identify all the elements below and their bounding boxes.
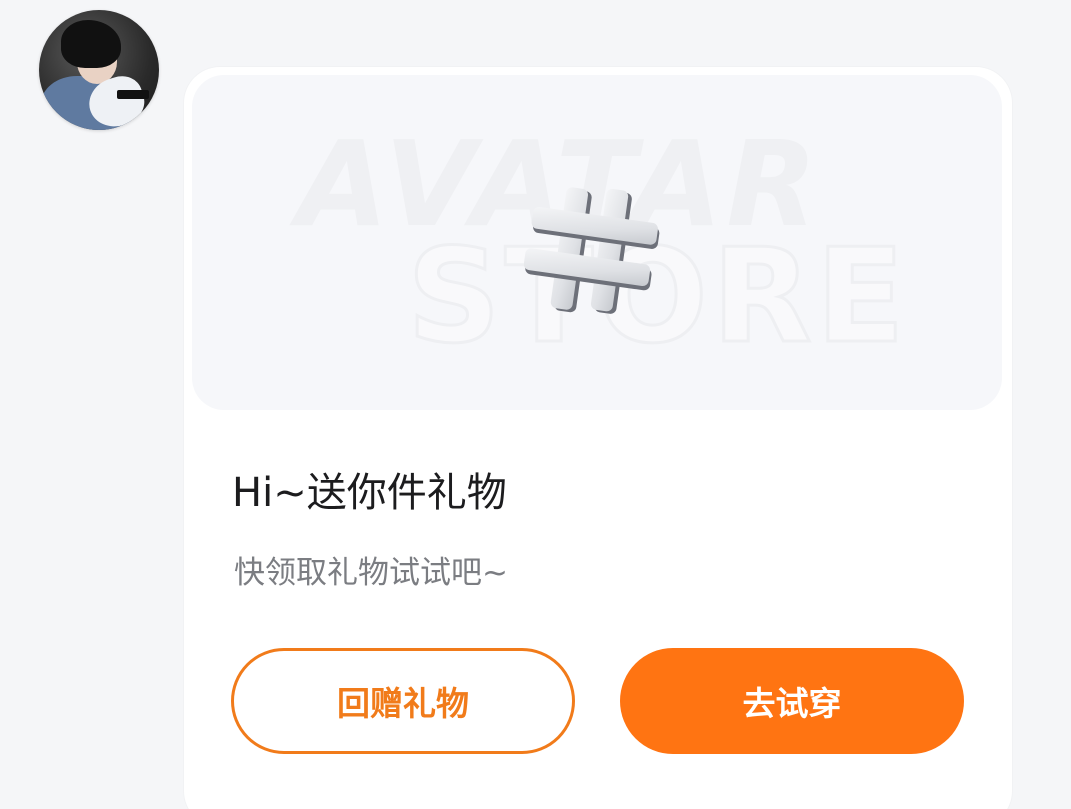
hash-icon <box>524 187 660 314</box>
gift-card: AVATAR STORE Hi~送你件礼物 快领取礼物试试吧~ 回赠礼物 去试穿 <box>184 67 1012 809</box>
gift-subtitle: 快领取礼物试试吧~ <box>234 555 508 591</box>
try-on-button[interactable]: 去试穿 <box>620 648 964 754</box>
gift-banner: AVATAR STORE <box>192 75 1002 410</box>
gift-screen: AVATAR STORE Hi~送你件礼物 快领取礼物试试吧~ 回赠礼物 去试穿 <box>0 0 1071 809</box>
gift-title: Hi~送你件礼物 <box>232 470 507 516</box>
sender-avatar[interactable] <box>39 10 159 130</box>
return-gift-button[interactable]: 回赠礼物 <box>231 648 575 754</box>
